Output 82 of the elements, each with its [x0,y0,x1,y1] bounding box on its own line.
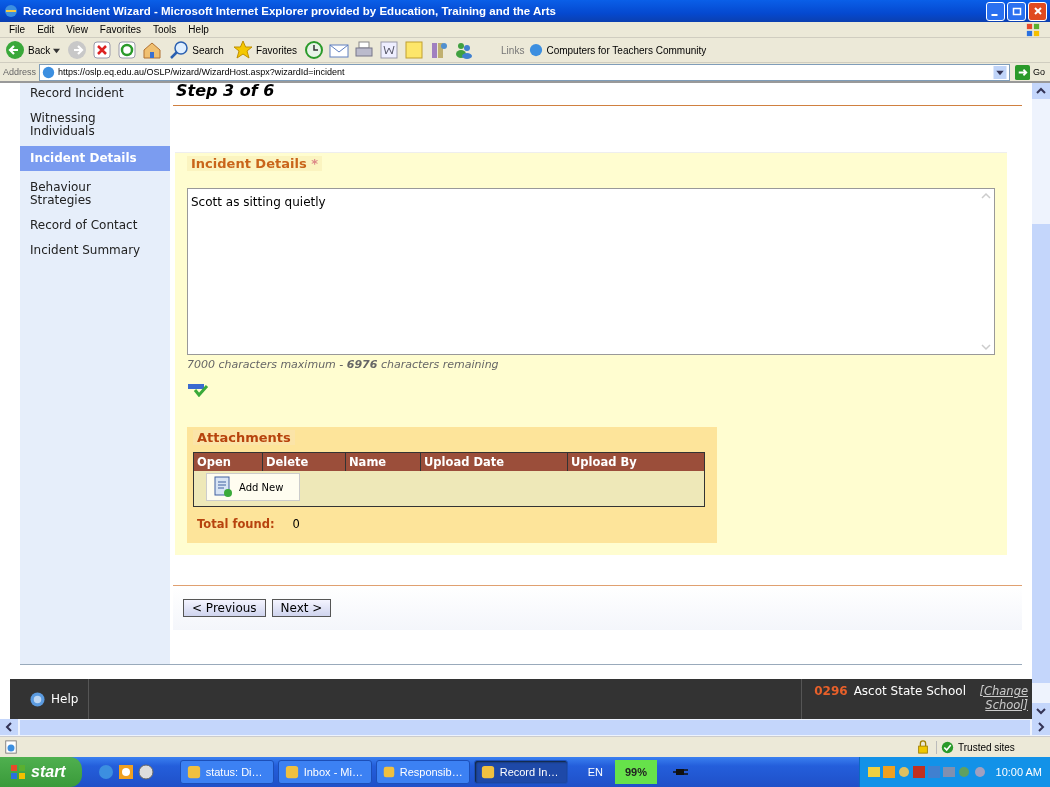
step-heading: Step 3 of 6 [173,83,1022,106]
page-icon [529,43,544,57]
favorite-link[interactable]: Computers for Teachers Community [529,43,707,57]
research-icon[interactable] [429,40,450,60]
maximize-button[interactable] [1007,1,1026,21]
scroll-right-icon[interactable] [1032,719,1050,735]
total-found-label: Total found: [197,517,275,531]
add-new-button[interactable]: Add New [206,473,301,501]
tray-icons-drawing[interactable] [867,765,988,779]
horizontal-scrollbar[interactable] [0,719,1050,736]
section-legend: Incident Details * [187,156,322,171]
close-icon [1032,6,1043,16]
character-counter: 7000 characters maximum - 6976 characters remaining [187,358,500,371]
favorites-button[interactable]: Favorites [230,40,300,60]
school-code: 0296 [814,684,848,698]
close-button[interactable] [1028,1,1047,21]
window-title: Record Incident Wizard - Microsoft Internet Explorer provided by Education, Training and the Arts [23,5,557,17]
menu-item[interactable]: View [60,24,94,35]
total-found-value: 0 [292,517,300,531]
address-field[interactable]: https://oslp.eq.edu.au/OSLP/wizard/WizardHost.aspx?wizardId=incident [39,63,1010,81]
page-icon [42,65,56,79]
app-icon [186,765,201,779]
calendar-icon[interactable] [117,764,134,780]
menu-item[interactable]: Favorites [93,24,147,35]
scroll-left-icon[interactable] [0,719,18,735]
taskbar-button[interactable]: Inbox - Mi… [277,760,372,784]
scroll-down-icon[interactable] [1032,703,1050,719]
menu-item[interactable]: Tools [147,24,183,35]
sidebar-item[interactable]: Record of Contact [20,215,150,240]
back-button[interactable]: Back [3,40,63,60]
home-icon[interactable] [142,40,163,60]
sidebar-item[interactable]: Witnessing Individuals [20,108,150,146]
sidebar-item[interactable]: Behaviour Strategies [20,177,150,215]
check-icon [941,740,954,754]
windows-logo-icon [10,764,26,780]
caret-icon [53,46,61,54]
taskbar-button[interactable]: status: Di… [179,760,274,784]
minimize-button[interactable] [986,1,1005,21]
app-icon [382,765,395,779]
taskbar-button[interactable]: Responsib… [375,760,470,784]
search-button[interactable]: Search [167,40,226,60]
printer-icon[interactable] [354,40,375,60]
refresh-icon[interactable] [117,40,138,60]
address-label: Address [3,67,37,77]
app-icon [480,765,495,779]
column-header: Upload By [570,454,638,471]
vertical-scrollbar[interactable] [1032,83,1050,719]
go-button[interactable]: Go [1013,64,1047,80]
school-name: Ascot State School [853,684,966,698]
links-label: Links [501,44,525,56]
spell-check-icon[interactable] [187,381,209,397]
page-icon [4,740,18,754]
section-legend: Attachments [193,430,295,445]
history-icon[interactable] [304,40,325,60]
minimize-icon [990,14,998,16]
messenger-icon[interactable] [454,40,475,60]
document-add-icon [213,476,233,498]
previous-button[interactable]: < Previous [183,599,266,617]
taskbar-button[interactable]: Record In… [473,760,568,784]
stop-icon[interactable] [92,40,113,60]
word-icon[interactable] [379,40,400,60]
scroll-up-icon[interactable] [1032,83,1050,99]
menu-item[interactable]: Help [182,24,215,35]
search-icon [169,40,190,60]
windows-logo-icon [1025,22,1041,37]
sidebar-item[interactable]: Incident Summary [20,240,150,265]
globe-icon[interactable] [137,764,154,780]
help-icon [30,691,45,707]
sidebar-item[interactable]: Record Incident [20,83,150,108]
security-zone: Trusted sites [936,740,1046,754]
battery-indicator: 99% [614,760,657,784]
menu-item[interactable]: File [3,24,32,35]
app-icon [284,765,299,779]
next-button[interactable]: Next > [271,599,332,617]
star-icon [232,40,253,60]
lock-icon [916,740,930,754]
maximize-icon [1011,6,1022,16]
browser-icon [3,3,19,19]
menu-item[interactable]: Edit [31,24,61,35]
language-indicator[interactable]: EN [579,766,611,778]
change-school-link[interactable]: [Change School] [972,684,1028,712]
clock: 10:00 AM [995,766,1042,778]
